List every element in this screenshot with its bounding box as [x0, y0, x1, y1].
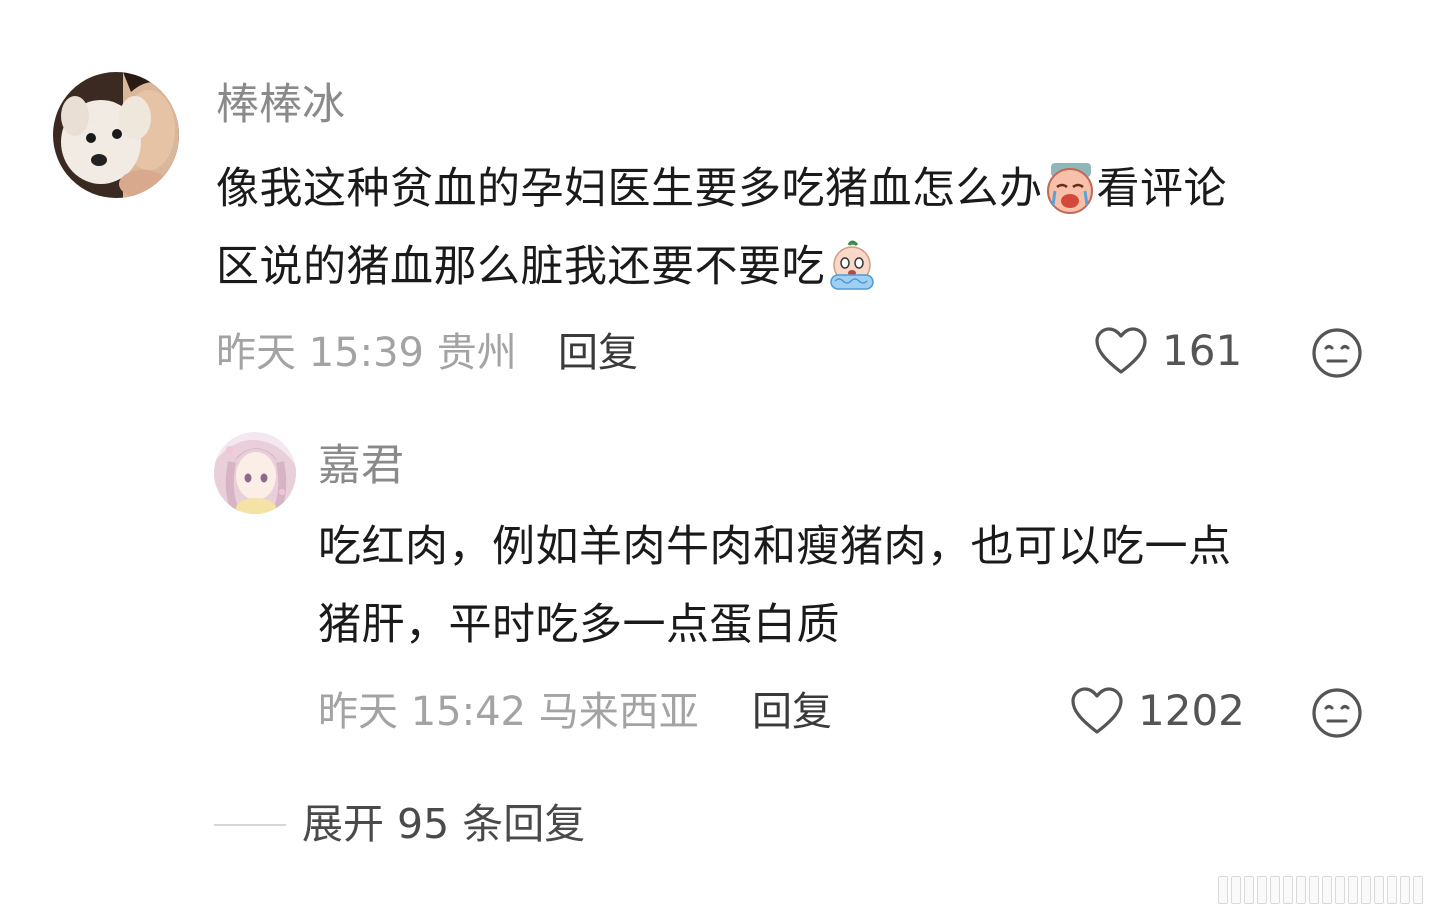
comment-location: 马来西亚: [538, 689, 699, 735]
comment-text-line: 猪肝，平时吃多一点蛋白质: [318, 600, 840, 650]
comment-text-line: 吃红肉，例如羊肉牛肉和瘦猪肉，也可以吃一点: [318, 522, 1232, 572]
comment-time: 昨天 15:39: [216, 330, 424, 376]
watermark-decoration: [1218, 876, 1423, 904]
comment-body: 像我这种贫血的孕妇医生要多吃猪血怎么办 看评论 区说的猪血那么脏我还要不要吃: [216, 150, 1227, 306]
comment-text-line: 区说的猪血那么脏我还要不要吃: [216, 242, 825, 292]
comment-location: 贵州: [436, 330, 517, 376]
comment-body: 吃红肉，例如羊肉牛肉和瘦猪肉，也可以吃一点 猪肝，平时吃多一点蛋白质: [318, 508, 1232, 664]
heart-icon: [1071, 687, 1123, 734]
reply-button[interactable]: 回复: [752, 692, 832, 732]
like-count: 1202: [1138, 686, 1245, 735]
divider: [214, 823, 286, 826]
like-button[interactable]: 161: [1094, 326, 1242, 376]
dislike-face-icon[interactable]: [1310, 686, 1364, 740]
avatar-dog-photo-icon: [53, 72, 179, 198]
reply-button[interactable]: 回复: [558, 333, 638, 373]
comment-username[interactable]: 棒棒冰: [216, 84, 345, 127]
avatar[interactable]: [53, 72, 179, 198]
like-button[interactable]: 1202: [1070, 686, 1245, 736]
comment-meta: 昨天 15:42 马来西亚: [318, 692, 699, 732]
like-count: 161: [1162, 326, 1243, 375]
comment-text-line-tail: 看评论: [1096, 164, 1227, 214]
crying-face-emoji-icon: [1046, 162, 1093, 214]
avatar-anime-girl-icon: [214, 432, 296, 514]
dislike-face-icon[interactable]: [1310, 326, 1364, 380]
expand-replies-label: 展开 95 条回复: [302, 800, 586, 848]
comment-meta: 昨天 15:39 贵州: [216, 333, 517, 373]
expand-replies-button[interactable]: 展开 95 条回复: [214, 804, 585, 845]
comment-text-line: 像我这种贫血的孕妇医生要多吃猪血怎么办: [216, 164, 1043, 214]
comment-username[interactable]: 嘉君: [318, 445, 404, 488]
scared-crying-emoji-icon: [830, 240, 874, 290]
avatar[interactable]: [214, 432, 296, 514]
comment-time: 昨天 15:42: [318, 689, 526, 735]
heart-icon: [1095, 327, 1147, 374]
